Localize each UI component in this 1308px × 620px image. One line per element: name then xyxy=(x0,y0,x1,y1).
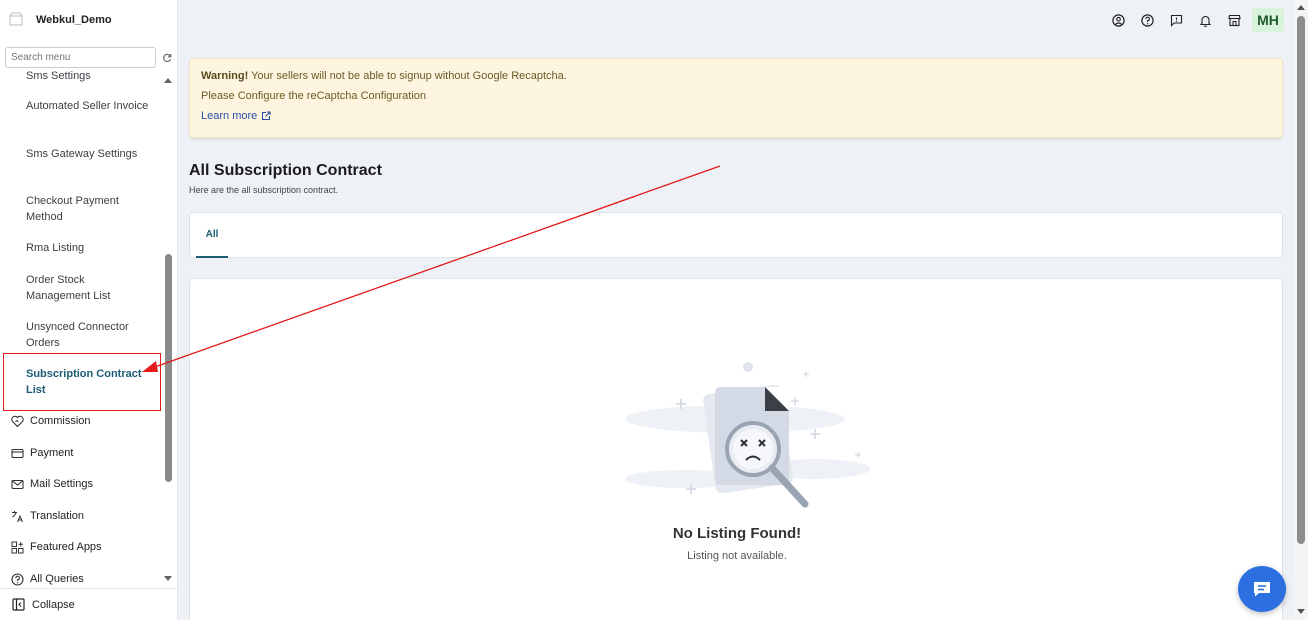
store-logo-icon xyxy=(6,10,26,30)
page-scroll-down-icon[interactable] xyxy=(1297,609,1305,614)
page-scrollbar[interactable] xyxy=(1294,0,1308,620)
sidebar-item-translation[interactable]: Translation xyxy=(11,508,84,524)
warning-text: Your sellers will not be able to signup … xyxy=(251,70,567,82)
sidebar-item-sms-settings[interactable]: Sms Settings xyxy=(26,70,151,84)
scroll-up-arrow-icon[interactable] xyxy=(164,78,172,83)
sidebar-item-order-stock-management-list[interactable]: Order Stock Management List xyxy=(26,272,151,304)
main-area: MH Warning! Your sellers will not be abl… xyxy=(178,0,1294,620)
sidebar-item-mail-settings[interactable]: Mail Settings xyxy=(11,476,93,492)
sidebar-item-label: Mail Settings xyxy=(30,478,93,490)
search-input[interactable] xyxy=(5,47,156,68)
recaptcha-warning-banner: Warning! Your sellers will not be able t… xyxy=(189,58,1283,138)
tab-all[interactable]: All xyxy=(196,213,228,258)
learn-more-label: Learn more xyxy=(201,110,258,122)
main-content: MH Warning! Your sellers will not be abl… xyxy=(178,0,1294,620)
help-circle-icon[interactable] xyxy=(1139,12,1155,28)
refresh-icon[interactable] xyxy=(162,53,172,63)
annotation-highlight-box xyxy=(3,353,161,411)
empty-state-subtitle: Listing not available. xyxy=(687,550,787,562)
page-scroll-thumb[interactable] xyxy=(1297,16,1305,544)
brand-name: Webkul_Demo xyxy=(36,14,112,26)
listing-card: No Listing Found! Listing not available. xyxy=(189,278,1283,620)
question-circle-icon xyxy=(11,572,24,586)
sidebar-item-rma-listing[interactable]: Rma Listing xyxy=(26,240,151,256)
brand[interactable]: Webkul_Demo xyxy=(6,8,112,32)
empty-state-illustration xyxy=(625,362,870,508)
sidebar-item-commission[interactable]: Commission xyxy=(11,413,91,429)
sidebar-item-payment[interactable]: Payment xyxy=(11,445,73,461)
warning-instruction: Please Configure the reCaptcha Configura… xyxy=(201,90,427,102)
sidebar-item-label: Commission xyxy=(30,415,91,427)
scroll-down-arrow-icon[interactable] xyxy=(164,576,172,581)
tabs-card: All xyxy=(189,212,1283,258)
feedback-icon[interactable] xyxy=(1168,12,1184,28)
sidebar-item-label: All Queries xyxy=(30,573,84,585)
empty-state-title: No Listing Found! xyxy=(672,525,802,542)
page-title: All Subscription Contract xyxy=(189,162,382,179)
external-link-icon xyxy=(261,111,271,121)
apps-grid-icon xyxy=(11,541,24,554)
sidebar-item-automated-seller-invoice[interactable]: Automated Seller Invoice xyxy=(26,98,151,114)
sidebar-scrollbar[interactable] xyxy=(164,70,174,586)
sidebar: Webkul_Demo Sms Settings Automated Selle… xyxy=(0,0,178,620)
collapse-sidebar-icon xyxy=(12,598,25,611)
search-row xyxy=(5,47,173,68)
topbar-icons: MH xyxy=(1097,8,1284,32)
translate-icon xyxy=(11,510,24,523)
sidebar-item-sms-gateway-settings[interactable]: Sms Gateway Settings xyxy=(26,146,151,162)
bell-icon[interactable] xyxy=(1197,12,1213,28)
sidebar-item-all-queries[interactable]: All Queries xyxy=(11,571,84,586)
sidebar-item-unsynced-connector-orders[interactable]: Unsynced Connector Orders xyxy=(26,319,151,351)
collapse-label: Collapse xyxy=(32,598,75,611)
sidebar-item-label: Translation xyxy=(30,510,85,522)
page-subtitle: Here are the all subscription contract. xyxy=(189,185,339,195)
sidebar-item-label: Featured Apps xyxy=(30,541,102,553)
store-icon[interactable] xyxy=(1226,12,1242,28)
chat-icon xyxy=(1254,582,1270,597)
commission-icon xyxy=(11,415,24,428)
collapse-button[interactable]: Collapse xyxy=(0,588,178,620)
sidebar-scroll-thumb[interactable] xyxy=(165,254,172,482)
sidebar-menu: Sms Settings Automated Seller Invoice Sm… xyxy=(0,70,162,586)
payment-card-icon xyxy=(11,447,24,460)
learn-more-link[interactable]: Learn more xyxy=(201,110,1271,122)
warning-line: Warning! Your sellers will not be able t… xyxy=(201,70,1271,82)
sidebar-item-label: Payment xyxy=(30,447,74,459)
sidebar-item-checkout-payment-method[interactable]: Checkout Payment Method xyxy=(26,193,151,225)
sidebar-item-featured-apps[interactable]: Featured Apps xyxy=(11,539,102,555)
account-circle-icon[interactable] xyxy=(1110,12,1126,28)
warning-label: Warning! xyxy=(201,70,249,82)
chat-button[interactable] xyxy=(1238,566,1286,612)
page-scroll-up-icon[interactable] xyxy=(1297,5,1305,10)
avatar[interactable]: MH xyxy=(1252,8,1284,32)
mail-icon xyxy=(11,478,24,491)
